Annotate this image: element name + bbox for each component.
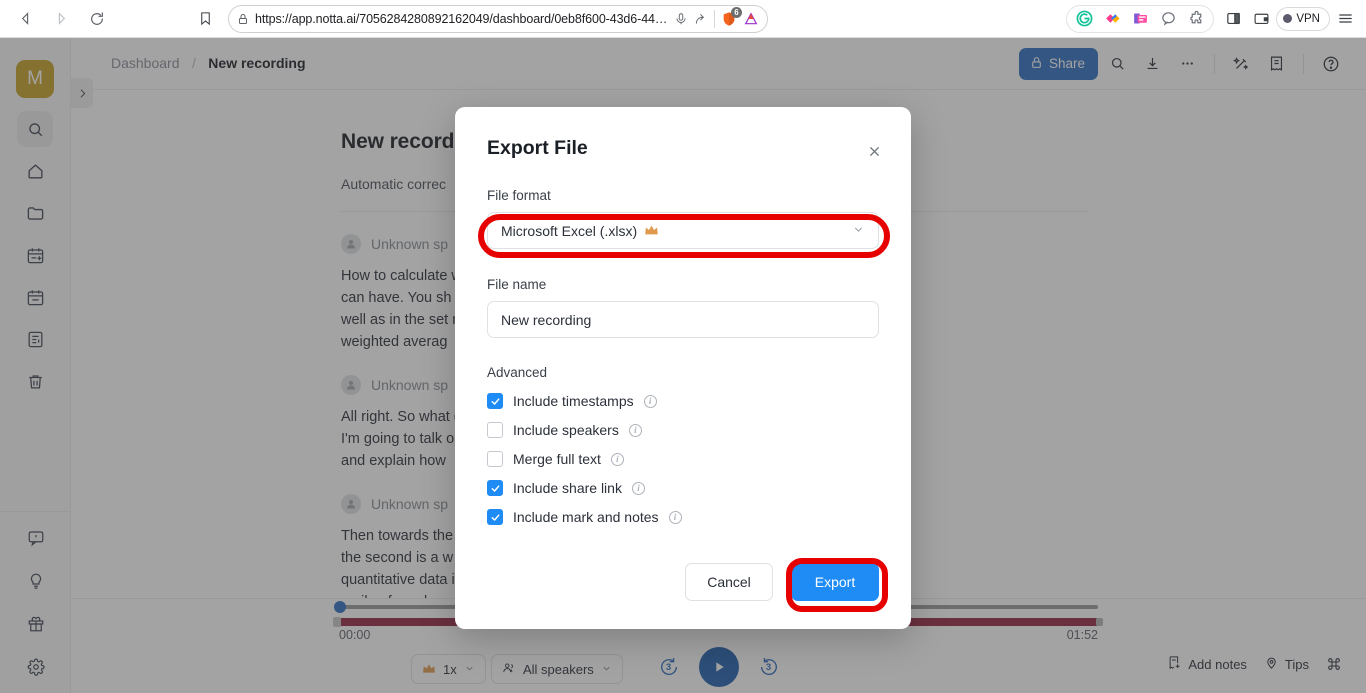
checkbox[interactable] — [487, 480, 503, 496]
option-label: Merge full text — [513, 451, 601, 467]
checkbox[interactable] — [487, 451, 503, 467]
brave-rewards-icon[interactable] — [743, 11, 759, 27]
pink-extension-icon[interactable] — [1127, 7, 1153, 31]
divider — [714, 9, 715, 28]
shield-badge: 6 — [731, 6, 742, 18]
export-button[interactable]: Export — [791, 563, 879, 601]
vpn-status-dot — [1283, 14, 1293, 23]
close-icon[interactable] — [863, 140, 885, 162]
info-icon[interactable]: i — [628, 423, 642, 437]
browser-sidebar-icon[interactable] — [1220, 7, 1246, 31]
colorful-diamond-icon[interactable] — [1099, 7, 1125, 31]
checkbox[interactable] — [487, 509, 503, 525]
lock-icon — [237, 13, 249, 25]
option-label: Include timestamps — [513, 393, 634, 409]
file-name-input[interactable]: New recording — [487, 301, 879, 338]
option-label: Include share link — [513, 480, 622, 496]
checkbox[interactable] — [487, 422, 503, 438]
file-format-value: Microsoft Excel (.xlsx) — [501, 222, 638, 239]
advanced-label: Advanced — [487, 365, 548, 380]
reload-button[interactable] — [82, 4, 112, 34]
cancel-button[interactable]: Cancel — [685, 563, 773, 601]
option-label: Include speakers — [513, 422, 619, 438]
puzzle-piece-icon[interactable] — [1183, 7, 1209, 31]
screen-root: https://app.notta.ai/7056284280892162049… — [0, 0, 1366, 693]
info-icon[interactable]: i — [631, 481, 645, 495]
brave-shield-icon[interactable]: 6 — [721, 6, 742, 27]
option-include-share-link[interactable]: Include share link i — [487, 480, 879, 496]
grammarly-icon[interactable] — [1071, 7, 1097, 31]
option-merge-full-text[interactable]: Merge full text i — [487, 451, 879, 467]
info-icon[interactable]: i — [643, 394, 657, 408]
file-format-label: File format — [487, 188, 551, 203]
browser-right-icons: VPN — [1214, 6, 1366, 31]
crown-icon — [644, 223, 659, 239]
browser-toolbar: https://app.notta.ai/7056284280892162049… — [0, 0, 1366, 38]
share-icon[interactable] — [694, 12, 708, 26]
option-include-speakers[interactable]: Include speakers i — [487, 422, 879, 438]
bookmark-icon[interactable] — [190, 4, 220, 34]
checkbox[interactable] — [487, 393, 503, 409]
forward-button[interactable] — [46, 4, 76, 34]
comment-bubble-icon[interactable] — [1155, 7, 1181, 31]
export-file-dialog: Export File File format Microsoft Excel … — [455, 107, 911, 629]
dialog-title: Export File — [487, 137, 588, 159]
chevron-down-icon — [852, 223, 865, 239]
file-format-select[interactable]: Microsoft Excel (.xlsx) — [487, 212, 879, 249]
option-include-mark-and-notes[interactable]: Include mark and notes i — [487, 509, 879, 525]
microphone-icon[interactable] — [674, 12, 688, 26]
back-button[interactable] — [10, 4, 40, 34]
option-label: Include mark and notes — [513, 509, 659, 525]
info-icon[interactable]: i — [610, 452, 624, 466]
vpn-button[interactable]: VPN — [1276, 6, 1330, 31]
vpn-label: VPN — [1296, 12, 1320, 25]
address-bar[interactable]: https://app.notta.ai/7056284280892162049… — [228, 4, 768, 33]
browser-nav-buttons — [0, 4, 112, 34]
extension-group — [1066, 4, 1215, 33]
hamburger-menu-icon[interactable] — [1332, 7, 1358, 31]
dialog-footer: Cancel Export — [487, 563, 879, 601]
url-text: https://app.notta.ai/7056284280892162049… — [255, 11, 668, 26]
info-icon[interactable]: i — [668, 510, 682, 524]
file-name-label: File name — [487, 277, 547, 292]
wallet-icon[interactable] — [1248, 7, 1274, 31]
option-include-timestamps[interactable]: Include timestamps i — [487, 393, 879, 409]
